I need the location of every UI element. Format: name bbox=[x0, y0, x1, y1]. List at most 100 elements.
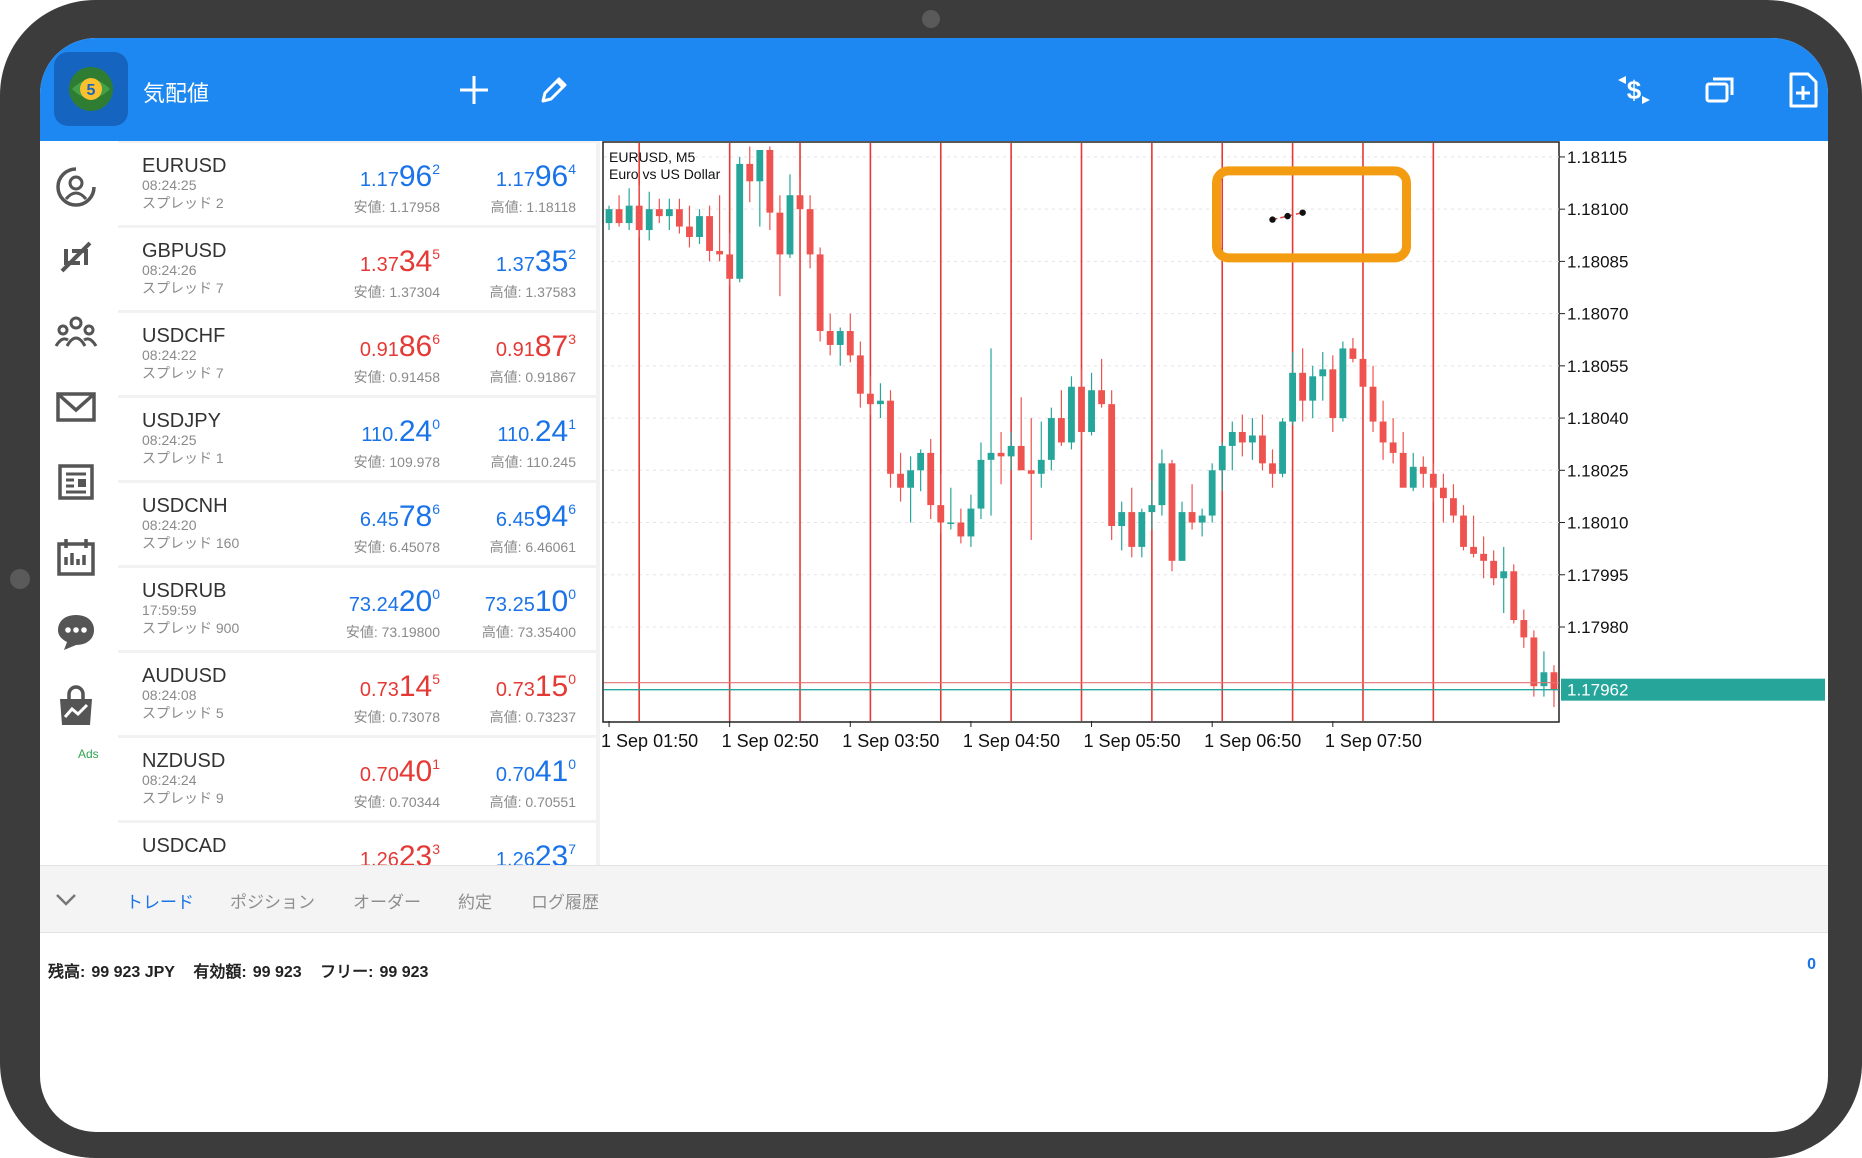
windows-button[interactable] bbox=[1700, 70, 1740, 110]
page-title: 気配値 bbox=[143, 81, 210, 106]
quote-row-usdjpy[interactable]: USDJPY 08:24:25 スプレッド 1 110.240 安値: 109.… bbox=[118, 398, 596, 480]
candle-body bbox=[645, 209, 653, 231]
bid-price[interactable]: 0.91866 bbox=[360, 325, 440, 364]
candle-body bbox=[937, 505, 945, 523]
dollar-arrows-icon: $ bbox=[1618, 75, 1650, 105]
candle-body bbox=[1178, 512, 1186, 561]
quote-row-usdcnh[interactable]: USDCNH 08:24:20 スプレッド 160 6.45786 安値: 6.… bbox=[118, 483, 596, 565]
quote-spread: スプレッド 9 bbox=[142, 790, 224, 806]
tab-deals[interactable]: 約定 bbox=[458, 888, 492, 913]
nav-calendar[interactable] bbox=[50, 531, 102, 583]
bid-price[interactable]: 1.37345 bbox=[360, 240, 440, 279]
tab-journal[interactable]: ログ履歴 bbox=[531, 888, 599, 913]
quote-row-usdrub[interactable]: USDRUB 17:59:59 スプレッド 900 73.24200 安値: 7… bbox=[118, 568, 596, 650]
candle-body bbox=[846, 331, 854, 356]
candle-body bbox=[1088, 390, 1095, 432]
quote-spread: スプレッド 5 bbox=[142, 705, 224, 721]
candle-body bbox=[1238, 432, 1246, 443]
trendline-anchor[interactable] bbox=[1269, 216, 1276, 223]
candle-body bbox=[605, 209, 613, 224]
bid-price[interactable]: 1.26233 bbox=[360, 835, 440, 865]
nav-mail[interactable] bbox=[50, 381, 102, 433]
nav-market[interactable] bbox=[50, 681, 102, 733]
quote-row-eurusd[interactable]: EURUSD 08:24:25 スプレッド 2 1.17962 安値: 1.17… bbox=[118, 143, 596, 225]
add-symbol-button[interactable] bbox=[454, 70, 494, 110]
symbol-name: USDCHF bbox=[142, 325, 226, 347]
candle-body bbox=[1550, 672, 1558, 690]
quote-row-audusd[interactable]: AUDUSD 08:24:08 スプレッド 5 0.73145 安値: 0.73… bbox=[118, 653, 596, 735]
candle-body bbox=[1419, 466, 1427, 474]
bid-price[interactable]: 73.24200 bbox=[349, 580, 440, 619]
nav-chat[interactable] bbox=[50, 606, 102, 658]
time-axis[interactable]: 1 Sep 01:50 1 Sep 02:50 1 Sep 03:50 1 Sep 0… bbox=[602, 721, 1422, 751]
quote-row-nzdusd[interactable]: NZDUSD 08:24:24 スプレッド 9 0.70401 安値: 0.70… bbox=[118, 738, 596, 820]
candle-body bbox=[1168, 463, 1176, 561]
price-tick-label: 1.18040 bbox=[1567, 409, 1628, 428]
candle-body bbox=[836, 331, 844, 345]
nav-news[interactable] bbox=[50, 456, 102, 508]
trendline-anchor[interactable] bbox=[1299, 209, 1306, 216]
metatrader-logo-icon: 5 bbox=[69, 67, 113, 111]
tab-orders[interactable]: オーダー bbox=[353, 888, 421, 913]
ask-price[interactable]: 1.37352 bbox=[496, 240, 576, 279]
nav-trade[interactable] bbox=[50, 231, 102, 283]
account-summary: 残高: 99 923 JPY 有効額: 99 923 フリー: 99 923 bbox=[48, 958, 442, 982]
candle-body bbox=[1198, 515, 1206, 523]
price-tick-label: 1.18055 bbox=[1567, 357, 1628, 376]
quote-row-usdcad[interactable]: USDCAD 1.26233 1.26237 bbox=[118, 823, 596, 865]
bid-price[interactable]: 0.70401 bbox=[360, 750, 440, 789]
low-price: 安値: 73.19800 bbox=[345, 624, 440, 640]
nav-community[interactable] bbox=[50, 306, 102, 358]
ads-label: Ads bbox=[78, 747, 99, 761]
candle-body bbox=[635, 205, 643, 231]
ask-price[interactable]: 6.45946 bbox=[496, 495, 576, 534]
candle-body bbox=[987, 452, 995, 460]
ask-price[interactable]: 73.25100 bbox=[485, 580, 576, 619]
symbol-name: USDCNH bbox=[142, 495, 228, 517]
candle-body bbox=[1510, 571, 1518, 621]
candle-body bbox=[1037, 459, 1045, 474]
tab-positions[interactable]: ポジション bbox=[230, 888, 315, 913]
candle-body bbox=[1128, 512, 1136, 547]
candle-body bbox=[1379, 421, 1387, 443]
price-axis[interactable]: 1.18115 1.18100 1.18085 1.18070 1.18055 1.180… bbox=[1559, 148, 1825, 701]
bid-price[interactable]: 1.17962 bbox=[360, 155, 440, 194]
high-price: 高値: 0.70551 bbox=[489, 794, 576, 810]
app-logo[interactable]: 5 bbox=[54, 52, 128, 126]
quote-row-usdchf[interactable]: USDCHF 08:24:22 スプレッド 7 0.91866 安値: 0.91… bbox=[118, 313, 596, 395]
collapse-button[interactable] bbox=[52, 886, 80, 914]
bid-price[interactable]: 110.240 bbox=[361, 410, 440, 449]
price-tick-label: 1.18115 bbox=[1567, 148, 1627, 167]
nav-quotes[interactable] bbox=[50, 161, 102, 213]
price-tick-label: 1.18085 bbox=[1567, 252, 1628, 271]
tab-trade[interactable]: トレード bbox=[126, 888, 194, 913]
quote-row-gbpusd[interactable]: GBPUSD 08:24:26 スプレッド 7 1.37345 安値: 1.37… bbox=[118, 228, 596, 310]
candlestick-chart[interactable]: 1.18115 1.18100 1.18085 1.18070 1.18055 1.180… bbox=[602, 141, 1828, 865]
candle-body bbox=[786, 195, 794, 255]
low-price: 安値: 0.73078 bbox=[353, 709, 440, 725]
free-margin-label: フリー: bbox=[320, 964, 374, 981]
candle-body bbox=[1299, 372, 1307, 401]
ask-price[interactable]: 1.17964 bbox=[496, 155, 576, 194]
trendline-anchor[interactable] bbox=[1284, 212, 1291, 220]
ask-price[interactable]: 110.241 bbox=[497, 410, 576, 449]
edit-button[interactable] bbox=[534, 70, 574, 110]
ask-price[interactable]: 0.91873 bbox=[496, 325, 576, 364]
ask-price[interactable]: 0.73150 bbox=[496, 665, 576, 704]
candle-body bbox=[977, 459, 985, 509]
candle-body bbox=[1520, 620, 1528, 638]
chart-panel[interactable]: 1.18115 1.18100 1.18085 1.18070 1.18055 1.180… bbox=[602, 141, 1828, 865]
bid-price[interactable]: 0.73145 bbox=[360, 665, 440, 704]
price-tick-label: 1.17980 bbox=[1567, 618, 1628, 637]
quote-spread: スプレッド 2 bbox=[142, 195, 224, 211]
tablet-frame: 5 気配値 $ Ads EURUSD 08:24:25 スプレッド 2 1.17… bbox=[0, 0, 1862, 1158]
high-price: 高値: 110.245 bbox=[490, 454, 576, 470]
ask-price[interactable]: 0.70410 bbox=[496, 750, 576, 789]
high-price: 高値: 6.46061 bbox=[489, 539, 576, 555]
side-button bbox=[10, 569, 30, 589]
candle-body bbox=[686, 226, 693, 238]
new-order-button[interactable] bbox=[1783, 70, 1823, 110]
one-click-trading-button[interactable]: $ bbox=[1614, 70, 1654, 110]
bid-price[interactable]: 6.45786 bbox=[360, 495, 440, 534]
ask-price[interactable]: 1.26237 bbox=[496, 835, 576, 865]
